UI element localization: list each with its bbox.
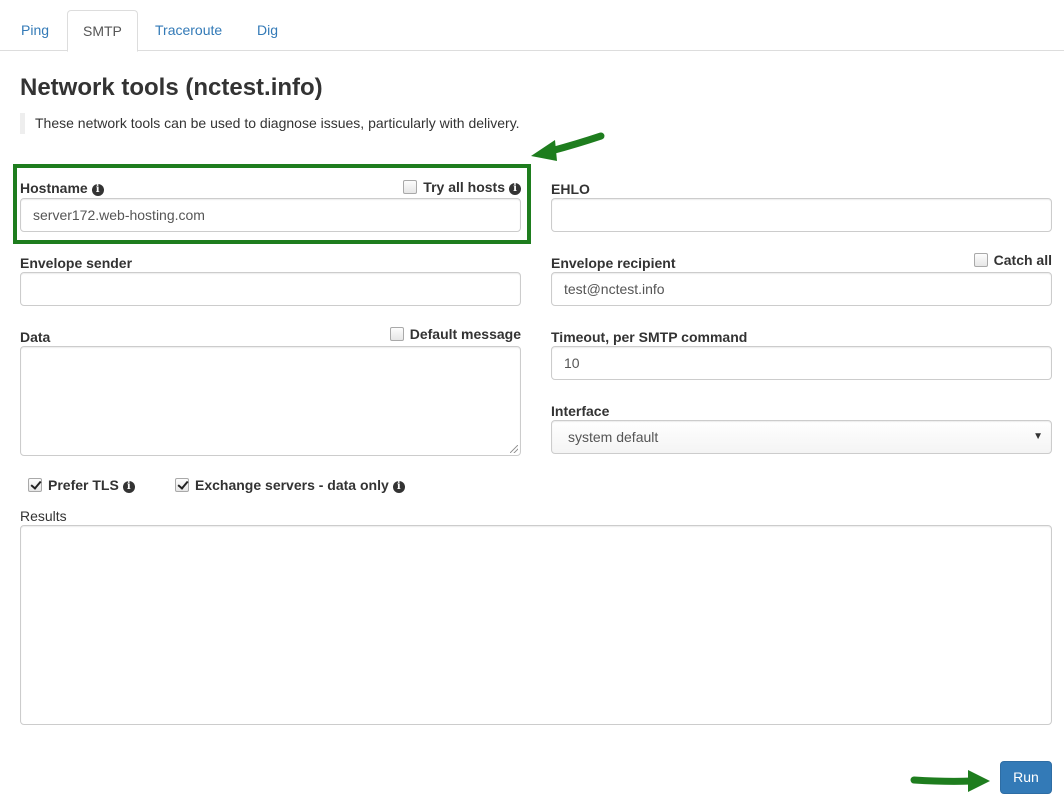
page-description: These network tools can be used to diagn…: [20, 113, 520, 134]
interface-select[interactable]: system default ▼: [551, 420, 1052, 454]
resize-handle-icon[interactable]: [510, 445, 518, 453]
annotation-arrow-icon: [910, 770, 990, 792]
catch-all-label: Catch all: [993, 252, 1052, 268]
data-textarea[interactable]: [20, 346, 521, 456]
envelope-sender-input[interactable]: [20, 272, 521, 306]
interface-label: Interface: [551, 403, 610, 419]
results-textarea[interactable]: [20, 525, 1052, 725]
envelope-recipient-input[interactable]: test@nctest.info: [551, 272, 1052, 306]
page-title: Network tools (nctest.info): [20, 74, 323, 101]
prefer-tls-box[interactable]: [28, 478, 42, 492]
ehlo-label: EHLO: [551, 181, 590, 197]
annotation-arrow-icon: [531, 132, 605, 161]
envelope-recipient-label: Envelope recipient: [551, 255, 676, 271]
caret-down-icon: ▼: [1033, 431, 1043, 442]
timeout-label: Timeout, per SMTP command: [551, 329, 748, 345]
catch-all-box[interactable]: [973, 253, 988, 267]
exchange-servers-checkbox[interactable]: Exchange servers - data only i: [175, 476, 405, 494]
run-button[interactable]: Run: [1000, 761, 1052, 794]
annotation-highlight-box: [13, 164, 531, 244]
tab-ping[interactable]: Ping: [6, 10, 64, 51]
tab-dig[interactable]: Dig: [242, 10, 293, 51]
default-message-checkbox[interactable]: Default message: [389, 325, 521, 343]
tab-traceroute[interactable]: Traceroute: [140, 10, 237, 51]
catch-all-checkbox[interactable]: Catch all: [973, 251, 1052, 269]
prefer-tls-label: Prefer TLS: [48, 477, 119, 493]
results-label: Results: [20, 508, 67, 524]
exchange-servers-box[interactable]: [175, 478, 189, 492]
ehlo-input[interactable]: [551, 198, 1052, 232]
info-icon[interactable]: i: [122, 481, 135, 493]
interface-select-value: system default: [568, 429, 659, 445]
timeout-input[interactable]: 10: [551, 346, 1052, 380]
exchange-servers-label: Exchange servers - data only: [195, 477, 389, 493]
nav-tabs: Ping SMTP Traceroute Dig: [0, 0, 1064, 52]
prefer-tls-checkbox[interactable]: Prefer TLS i: [28, 476, 135, 494]
info-icon[interactable]: i: [392, 481, 405, 493]
default-message-box[interactable]: [389, 327, 404, 341]
envelope-sender-label: Envelope sender: [20, 255, 133, 271]
tab-smtp[interactable]: SMTP: [67, 10, 138, 52]
default-message-label: Default message: [409, 326, 521, 342]
data-label: Data: [20, 329, 51, 345]
